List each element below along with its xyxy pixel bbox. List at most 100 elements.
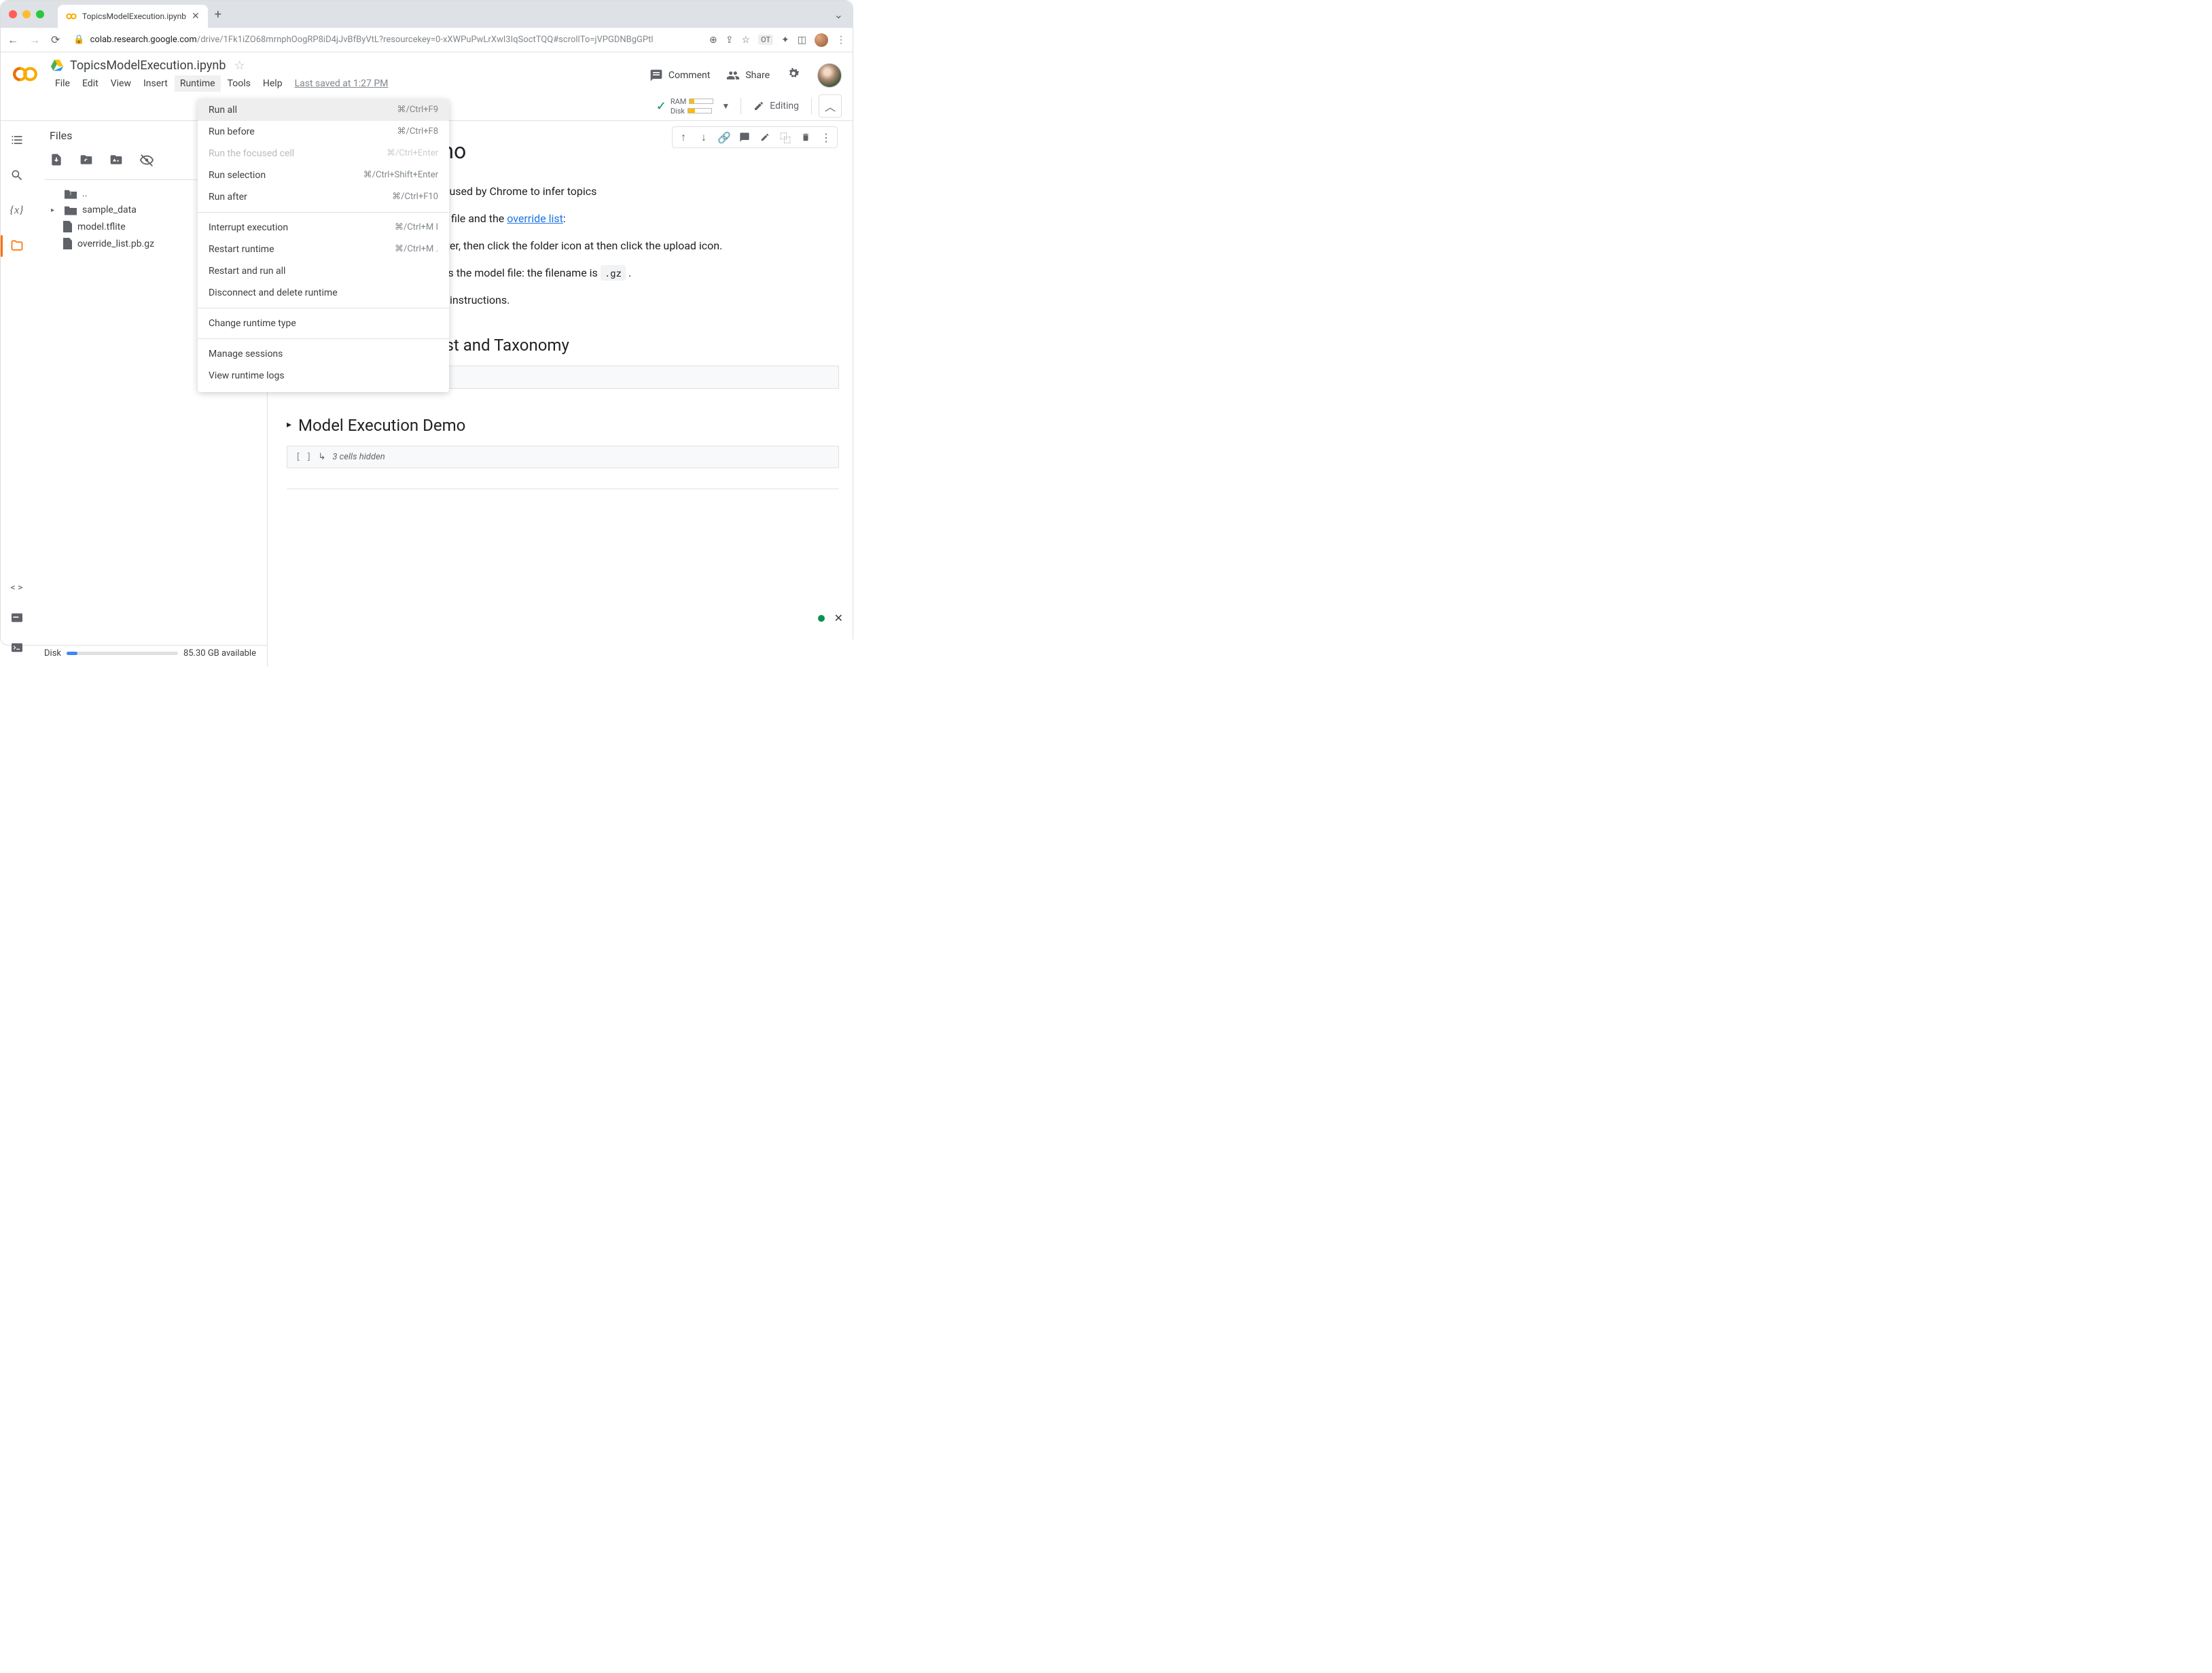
browser-avatar[interactable]	[815, 33, 828, 47]
folder-up-icon: ↑	[65, 189, 77, 199]
command-palette-icon[interactable]	[9, 610, 25, 626]
cell-toolbar: ↑ ↓ 🔗 ⿻ ⋮	[672, 126, 838, 148]
menu-edit[interactable]: Edit	[77, 75, 104, 92]
lock-icon: 🔒	[73, 35, 84, 45]
disk-available: 85.30 GB available	[183, 648, 256, 658]
share-button[interactable]: Share	[726, 69, 770, 82]
comment-cell-icon[interactable]	[735, 128, 754, 146]
hide-files-icon[interactable]	[139, 153, 154, 171]
variables-icon[interactable]: {x}	[9, 202, 25, 219]
cell-brackets: [ ]	[296, 451, 311, 464]
section-header[interactable]: ▸ Model Execution Demo	[287, 413, 839, 438]
hidden-cells-text: 3 cells hidden	[332, 451, 385, 464]
user-avatar[interactable]	[817, 63, 842, 88]
share-label: Share	[745, 70, 770, 81]
menu-entry-label: Run after	[209, 192, 247, 202]
indent-arrow-icon: ↳	[318, 451, 325, 464]
chevron-down-icon[interactable]: ▼	[717, 101, 734, 111]
maximize-window-button[interactable]	[36, 10, 44, 18]
star-icon[interactable]: ☆	[234, 58, 245, 73]
terminal-icon[interactable]	[9, 639, 25, 656]
menu-entry[interactable]: Restart and run all	[198, 260, 449, 282]
menu-entry-label: View runtime logs	[209, 370, 285, 381]
connect-status[interactable]: ✓ RAM Disk ▼	[656, 97, 734, 116]
menu-entry[interactable]: Interrupt execution⌘/Ctrl+M I	[198, 217, 449, 239]
minimize-window-button[interactable]	[22, 10, 31, 18]
sidepanel-icon[interactable]: ◫	[798, 35, 806, 46]
browser-menu-icon[interactable]: ⋮	[836, 35, 846, 46]
toc-icon[interactable]	[9, 132, 25, 148]
collapse-button[interactable]: ︿	[819, 94, 842, 118]
save-status[interactable]: Last saved at 1:27 PM	[295, 78, 389, 89]
extensions-icon[interactable]: ✦	[781, 35, 789, 46]
profile-badge[interactable]: OT	[758, 35, 773, 45]
menu-entry-label: Disconnect and delete runtime	[209, 287, 338, 298]
more-cell-icon[interactable]: ⋮	[817, 128, 836, 146]
new-tab-button[interactable]: +	[208, 3, 228, 26]
colab-logo[interactable]	[12, 60, 39, 88]
delete-cell-icon[interactable]	[796, 128, 815, 146]
menu-entry[interactable]: Run before⌘/Ctrl+F8	[198, 121, 449, 143]
file-name: model.tflite	[77, 222, 126, 232]
disk-label: Disk	[671, 107, 685, 116]
address-bar[interactable]: 🔒 colab.research.google.com/drive/1Fk1iZ…	[68, 32, 701, 48]
menu-entry[interactable]: Run after ⌘/Ctrl+F10	[198, 186, 449, 208]
menu-shortcut: ⌘/Ctrl+F8	[397, 126, 438, 137]
menu-tools[interactable]: Tools	[222, 75, 256, 92]
close-tab-icon[interactable]: ✕	[192, 11, 200, 22]
reload-icon[interactable]: ⟳	[51, 33, 60, 47]
url-path: /drive/1Fk1iZO68mrnphOogRP8iD4jJvBfByVtL…	[197, 35, 654, 45]
menu-shortcut: ⌘/Ctrl+M I	[395, 222, 438, 233]
browser-toolbar: ← → ⟳ 🔒 colab.research.google.com/drive/…	[1, 28, 853, 52]
menu-entry[interactable]: Run selection ⌘/Ctrl+Shift+Enter	[198, 164, 449, 186]
refresh-folder-icon[interactable]	[79, 153, 93, 171]
menu-insert[interactable]: Insert	[138, 75, 173, 92]
file-icon	[63, 221, 72, 232]
menu-shortcut: ⌘/Ctrl+Shift+Enter	[363, 170, 438, 181]
notebook-title[interactable]: TopicsModelExecution.ipynb	[70, 58, 226, 73]
close-window-button[interactable]	[9, 10, 17, 18]
mount-drive-icon[interactable]	[109, 153, 123, 171]
install-icon[interactable]: ⇪	[726, 35, 734, 46]
code-snippets-icon[interactable]: < >	[9, 580, 25, 596]
browser-tab[interactable]: TopicsModelExecution.ipynb ✕	[58, 5, 208, 28]
collapse-arrow-icon[interactable]: ▸	[287, 418, 291, 432]
upload-file-icon[interactable]	[50, 153, 63, 171]
override-list-link[interactable]: override list	[507, 212, 563, 225]
menu-file[interactable]: File	[50, 75, 75, 92]
back-icon[interactable]: ←	[7, 33, 18, 47]
expand-arrow-icon[interactable]: ▸	[51, 207, 59, 214]
zoom-icon[interactable]: ⊕	[709, 35, 717, 46]
settings-icon[interactable]	[786, 66, 801, 85]
editing-mode-button[interactable]: Editing	[748, 101, 804, 111]
files-icon[interactable]	[9, 238, 25, 254]
menu-runtime[interactable]: Runtime	[175, 75, 221, 92]
menu-entry[interactable]: Disconnect and delete runtime	[198, 282, 449, 304]
edit-cell-icon[interactable]	[755, 128, 774, 146]
menu-entry[interactable]: View runtime logs	[198, 365, 449, 387]
menu-entry-label: Run all	[209, 105, 237, 116]
mirror-cell-icon[interactable]: ⿻	[776, 128, 795, 146]
menu-shortcut: ⌘/Ctrl+F10	[392, 192, 438, 202]
hidden-cells-row[interactable]: [ ] ↳ 3 cells hidden	[287, 446, 839, 469]
move-down-icon[interactable]: ↓	[694, 128, 713, 146]
move-up-icon[interactable]: ↑	[674, 128, 693, 146]
bookmark-icon[interactable]: ☆	[741, 35, 750, 46]
menu-entry[interactable]: Change runtime type	[198, 313, 449, 334]
drive-icon	[50, 58, 65, 73]
menu-view[interactable]: View	[105, 75, 137, 92]
link-icon[interactable]: 🔗	[715, 128, 734, 146]
search-icon[interactable]	[9, 167, 25, 183]
status-bar: ✕	[818, 612, 843, 624]
menu-entry[interactable]: Run all ⌘/Ctrl+F9	[198, 99, 449, 121]
tabstrip-chevron-icon[interactable]: ⌄	[825, 1, 853, 28]
file-name: override_list.pb.gz	[77, 239, 154, 249]
menu-entry-label: Change runtime type	[209, 318, 296, 329]
comment-button[interactable]: Comment	[649, 69, 710, 82]
menu-help[interactable]: Help	[257, 75, 288, 92]
menu-shortcut: ⌘/Ctrl+F9	[397, 105, 438, 116]
close-icon[interactable]: ✕	[834, 612, 843, 624]
menu-entry[interactable]: Manage sessions	[198, 343, 449, 365]
menu-entry-label: Run selection	[209, 170, 266, 181]
menu-entry[interactable]: Restart runtime⌘/Ctrl+M .	[198, 239, 449, 260]
